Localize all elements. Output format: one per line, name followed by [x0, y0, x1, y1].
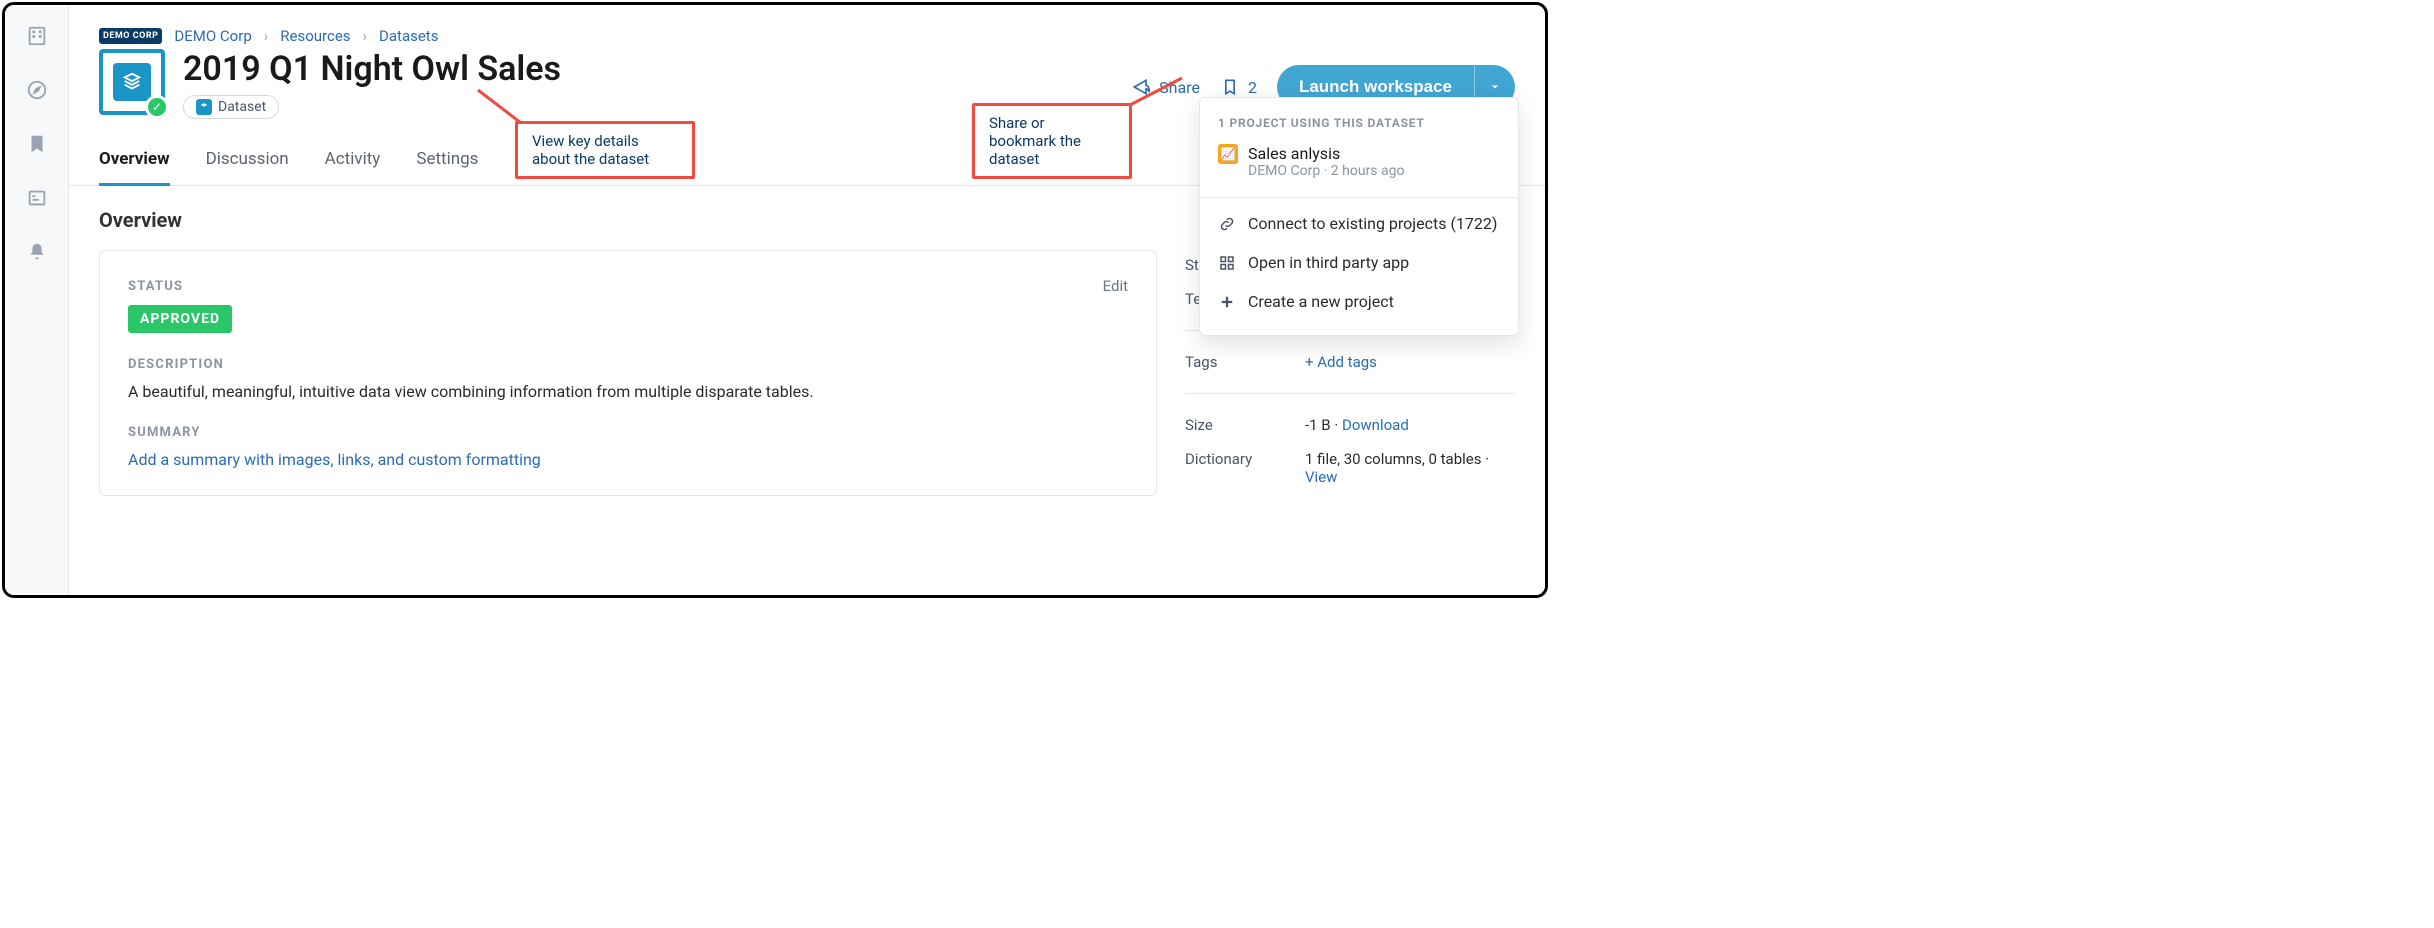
status-badge: APPROVED [128, 305, 232, 333]
callout-line [1127, 75, 1187, 109]
summary-label: SUMMARY [128, 425, 1128, 440]
grid-icon [1218, 254, 1236, 272]
create-project-item[interactable]: Create a new project [1200, 282, 1518, 321]
compass-icon[interactable] [26, 79, 48, 101]
chevron-right-icon: › [264, 27, 269, 45]
add-tags-link[interactable]: + Add tags [1305, 353, 1377, 371]
project-name: Sales anlysis [1248, 144, 1404, 163]
org-icon[interactable] [26, 25, 48, 47]
chart-icon: 📈 [1218, 144, 1238, 164]
popover-header: 1 PROJECT USING THIS DATASET [1200, 112, 1518, 140]
org-badge: DEMO CORP [99, 28, 162, 44]
callout-line [473, 85, 533, 125]
dictionary-view-link[interactable]: View [1305, 468, 1337, 486]
type-chip-label: Dataset [218, 99, 266, 115]
description-label: DESCRIPTION [128, 357, 1128, 372]
dictionary-label: Dictionary [1185, 450, 1305, 486]
launch-label: Launch workspace [1277, 77, 1474, 97]
project-meta: DEMO Corp · 2 hours ago [1248, 163, 1404, 179]
verified-check-icon: ✓ [145, 95, 169, 119]
size-value: -1 B · [1305, 416, 1342, 434]
chevron-right-icon: › [363, 27, 368, 45]
dataset-type-chip: Dataset [183, 95, 279, 119]
edit-button[interactable]: Edit [1103, 277, 1128, 295]
plus-icon [1218, 293, 1236, 311]
bookmark-icon[interactable] [26, 133, 48, 155]
left-nav-rail [5, 5, 69, 595]
status-label: STATUS [128, 279, 183, 294]
add-summary-link[interactable]: Add a summary with images, links, and cu… [128, 450, 1128, 469]
dataset-hero-icon: ✓ [99, 49, 165, 115]
bookmark-button[interactable]: 2 [1220, 77, 1257, 97]
breadcrumb-org[interactable]: DEMO Corp [174, 27, 251, 45]
dictionary-value: 1 file, 30 columns, 0 tables · [1305, 450, 1489, 468]
tab-overview[interactable]: Overview [99, 143, 170, 186]
tab-activity[interactable]: Activity [325, 143, 381, 185]
description-text: A beautiful, meaningful, intuitive data … [128, 382, 1128, 401]
page-title: 2019 Q1 Night Owl Sales [183, 49, 561, 89]
download-link[interactable]: Download [1342, 416, 1409, 434]
form-icon[interactable] [26, 187, 48, 209]
projects-popover: 1 PROJECT USING THIS DATASET 📈 Sales anl… [1199, 97, 1519, 336]
bell-icon[interactable] [26, 241, 48, 263]
open-third-party-item[interactable]: Open in third party app [1200, 243, 1518, 282]
size-label: Size [1185, 416, 1305, 434]
tags-label: Tags [1185, 353, 1305, 371]
tab-discussion[interactable]: Discussion [206, 143, 289, 185]
callout-share: Share or bookmark the dataset [972, 103, 1132, 179]
bookmark-count: 2 [1248, 78, 1257, 97]
bookmark-outline-icon [1220, 77, 1240, 97]
popover-project-item[interactable]: 📈 Sales anlysis DEMO Corp · 2 hours ago [1200, 140, 1518, 191]
callout-overview: View key details about the dataset [515, 121, 695, 179]
tab-settings[interactable]: Settings [416, 143, 478, 185]
overview-heading: Overview [99, 208, 1157, 232]
breadcrumb-resources[interactable]: Resources [280, 27, 350, 45]
overview-card: STATUS Edit APPROVED DESCRIPTION A beaut… [99, 250, 1157, 496]
breadcrumb-datasets[interactable]: Datasets [379, 27, 438, 45]
link-icon [1218, 215, 1236, 233]
breadcrumb: DEMO CORP DEMO Corp › Resources › Datase… [99, 27, 1515, 45]
connect-projects-item[interactable]: Connect to existing projects (1722) [1200, 204, 1518, 243]
